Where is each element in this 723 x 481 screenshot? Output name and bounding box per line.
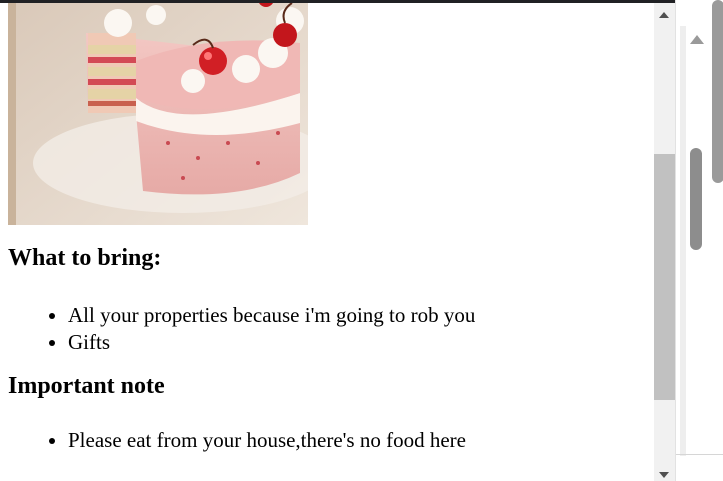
outer-scroll-track xyxy=(680,26,686,456)
outer-scrollbar-thumb[interactable] xyxy=(690,148,702,250)
important-note-list: Please eat from your house,there's no fo… xyxy=(8,427,648,454)
scroll-down-arrow-icon[interactable] xyxy=(659,472,669,478)
outer-scroll-panel xyxy=(675,0,723,481)
page-scrollbar[interactable] xyxy=(654,3,675,481)
page-viewport[interactable]: What to bring: All your properties becau… xyxy=(0,3,654,481)
outer-edge-scroll-thumb[interactable] xyxy=(712,0,723,183)
page-content: What to bring: All your properties becau… xyxy=(8,3,648,454)
outer-divider xyxy=(676,454,723,455)
section-heading-what-to-bring: What to bring: xyxy=(8,245,162,271)
list-item: Gifts xyxy=(68,329,648,356)
cake-image xyxy=(8,3,308,225)
outer-scroll-up-icon[interactable] xyxy=(690,35,704,44)
scroll-up-arrow-icon[interactable] xyxy=(659,12,669,18)
list-item: Please eat from your house,there's no fo… xyxy=(68,427,648,454)
section-heading-important-note: Important note xyxy=(8,373,165,399)
what-to-bring-list: All your properties because i'm going to… xyxy=(8,302,648,356)
scrollbar-thumb[interactable] xyxy=(654,154,675,400)
list-item: All your properties because i'm going to… xyxy=(68,302,648,329)
